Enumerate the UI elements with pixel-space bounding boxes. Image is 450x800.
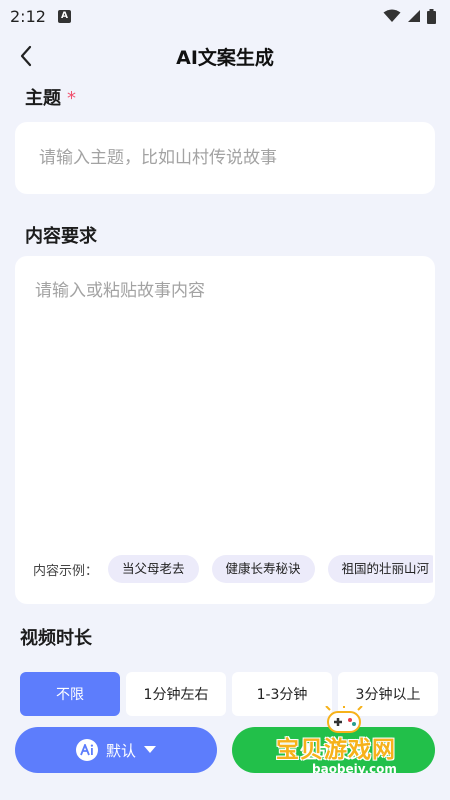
- chevron-left-icon: [20, 45, 32, 67]
- topic-input[interactable]: [15, 122, 435, 194]
- status-icons: [383, 8, 436, 24]
- generate-label: 生成文案: [299, 742, 368, 763]
- battery-icon: [427, 8, 436, 24]
- content-label: 内容要求: [25, 226, 97, 247]
- required-mark: *: [67, 88, 76, 109]
- caret-down-icon: [144, 746, 156, 753]
- content-examples: 内容示例： 当父母老去 健康长寿秘诀 祖国的壮丽山河: [33, 554, 433, 584]
- generate-button[interactable]: 生成文案: [232, 727, 435, 773]
- page-title: AI文案生成: [176, 46, 274, 69]
- duration-option-over-3-min[interactable]: 3分钟以上: [338, 672, 438, 716]
- topic-label: 主题: [25, 88, 61, 109]
- model-label: 默认: [105, 741, 136, 760]
- duration-label: 视频时长: [20, 628, 92, 649]
- nav-bar: AI文案生成: [0, 36, 450, 76]
- example-chip[interactable]: 祖国的壮丽山河: [327, 555, 433, 583]
- status-bar: 2:12 A: [0, 0, 450, 32]
- example-chip[interactable]: 当父母老去: [108, 555, 199, 583]
- topic-card: [15, 122, 435, 194]
- duration-options: 不限 1分钟左右 1-3分钟 3分钟以上: [20, 672, 450, 718]
- wifi-icon: [383, 9, 401, 22]
- example-chip[interactable]: 健康长寿秘诀: [211, 555, 315, 583]
- duration-option-1-3-min[interactable]: 1-3分钟: [232, 672, 332, 716]
- ai-icon: [75, 739, 98, 761]
- content-card: 内容示例： 当父母老去 健康长寿秘诀 祖国的壮丽山河: [15, 256, 435, 604]
- back-button[interactable]: [8, 38, 44, 74]
- status-time: 2:12: [10, 6, 46, 26]
- notification-badge-icon: A: [57, 9, 71, 23]
- content-input[interactable]: [15, 256, 435, 546]
- duration-option-unlimited[interactable]: 不限: [20, 672, 120, 716]
- bottom-action-bar: 默认 生成文案: [0, 718, 450, 800]
- topic-label-row: 主题 *: [25, 84, 76, 110]
- duration-option-about-1-min[interactable]: 1分钟左右: [126, 672, 226, 716]
- examples-label: 内容示例：: [33, 563, 99, 579]
- signal-icon: [408, 10, 420, 22]
- model-select-button[interactable]: 默认: [15, 727, 217, 773]
